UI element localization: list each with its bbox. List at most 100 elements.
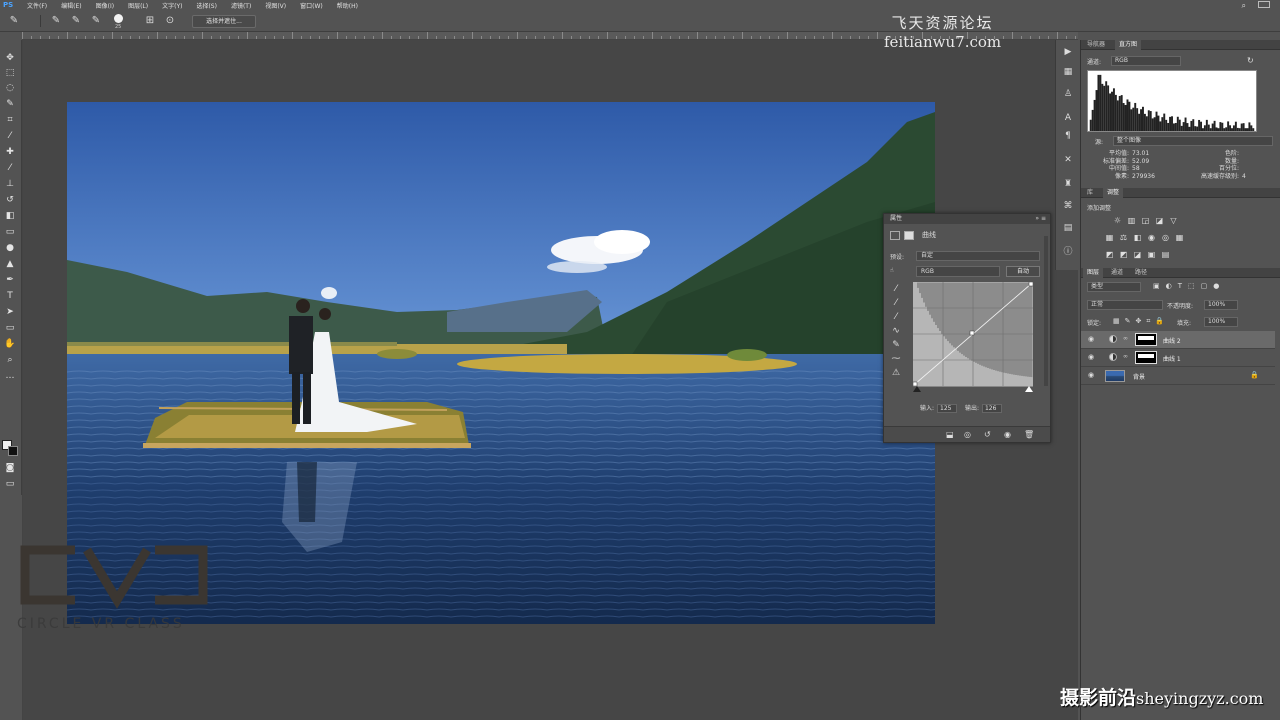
curve-graph[interactable] xyxy=(913,282,1033,392)
hand-tool-icon[interactable]: ☝ xyxy=(890,267,894,274)
opacity-field[interactable]: 100% xyxy=(1204,300,1238,310)
person-icon[interactable]: ♙ xyxy=(1062,88,1074,100)
menu-select[interactable]: 选择(S) xyxy=(189,1,224,10)
quick-select-tool-icon[interactable]: ✎ xyxy=(3,98,17,110)
brush-tip-icon[interactable] xyxy=(114,14,123,23)
path-select-tool-icon[interactable]: ➤ xyxy=(3,306,17,318)
tab-adjustments[interactable]: 调整 xyxy=(1103,188,1124,198)
menu-view[interactable]: 视图(V) xyxy=(258,1,293,10)
marquee-tool-icon[interactable]: ⬚ xyxy=(3,67,17,79)
eyedropper-tool-icon[interactable]: ⁄ xyxy=(3,130,17,142)
smooth-curve-icon[interactable]: ⁓ xyxy=(890,354,902,365)
screen-mode-icon[interactable]: ▭ xyxy=(3,478,17,490)
lock-paint-icon[interactable]: ✎ xyxy=(1125,317,1131,326)
edit-points-icon[interactable]: ∿ xyxy=(890,326,902,337)
tab-layers[interactable]: 图层 xyxy=(1083,268,1104,278)
white-point-slider[interactable] xyxy=(1025,386,1033,392)
gray-eyedropper-icon[interactable]: ⁄ xyxy=(890,298,902,309)
black-point-slider[interactable] xyxy=(913,386,921,392)
channel-dropdown[interactable]: RGB xyxy=(916,266,1000,277)
subtract-selection-icon[interactable]: ✎ xyxy=(90,15,102,27)
input-field[interactable]: 125 xyxy=(937,404,958,413)
visibility-eye-icon[interactable]: ◉ xyxy=(1088,335,1094,343)
clipping-warning-icon[interactable]: ⚠ xyxy=(890,368,902,379)
brush-settings-icon[interactable]: ⌘ xyxy=(1062,200,1074,212)
posterize-icon[interactable]: ◩ xyxy=(1119,250,1128,259)
curve-point-white[interactable] xyxy=(1028,282,1033,287)
layer-row-curves-1[interactable]: ◉ ∞ 曲线 1 xyxy=(1081,349,1275,367)
tab-navigator[interactable]: 导航器 xyxy=(1083,40,1109,50)
menu-edit[interactable]: 编辑(E) xyxy=(54,1,88,10)
draw-curve-icon[interactable]: ✎ xyxy=(890,340,902,351)
photo-filter-icon[interactable]: ◉ xyxy=(1147,233,1156,242)
color-swatches[interactable] xyxy=(2,440,20,458)
tab-paths[interactable]: 路径 xyxy=(1131,268,1151,278)
gradient-tool-icon[interactable]: ▭ xyxy=(3,226,17,238)
black-white-icon[interactable]: ◧ xyxy=(1133,233,1142,242)
add-selection-icon[interactable]: ✎ xyxy=(70,15,82,27)
filter-shape-icon[interactable]: ⬚ xyxy=(1188,282,1195,290)
brush-preset-icon[interactable]: ✎ xyxy=(8,15,20,27)
layer-name[interactable]: 曲线 1 xyxy=(1163,354,1181,363)
sample-layers-icon[interactable]: ⊞ xyxy=(144,15,156,27)
move-tool-icon[interactable]: ✥ xyxy=(3,52,17,64)
lock-pixels-icon[interactable]: ▦ xyxy=(1113,317,1120,326)
filter-pixel-icon[interactable]: ▣ xyxy=(1153,282,1160,290)
link-icon[interactable]: ∞ xyxy=(1123,353,1128,360)
menu-type[interactable]: 文字(Y) xyxy=(155,1,189,10)
color-balance-icon[interactable]: ⚖ xyxy=(1119,233,1128,242)
lasso-tool-icon[interactable]: ◌ xyxy=(3,82,17,94)
filter-type-icon[interactable]: T xyxy=(1178,282,1182,290)
filter-adjustment-icon[interactable]: ◐ xyxy=(1166,282,1172,290)
reset-icon[interactable]: ↺ xyxy=(984,430,991,439)
paragraph-icon[interactable]: ¶ xyxy=(1062,130,1074,142)
black-eyedropper-icon[interactable]: ⁄ xyxy=(890,284,902,295)
curve-point-black[interactable] xyxy=(913,381,918,387)
tab-libraries[interactable]: 库 xyxy=(1083,188,1097,198)
properties-title-bar[interactable]: 属性 » ≡ xyxy=(884,214,1050,224)
clone-source-icon[interactable]: ♜ xyxy=(1062,178,1074,190)
gradient-map-icon[interactable]: ▤ xyxy=(1161,250,1170,259)
view-previous-icon[interactable]: ◎ xyxy=(964,430,971,439)
workspace-icon[interactable] xyxy=(1258,1,1270,8)
tools-cross-icon[interactable]: ✕ xyxy=(1062,154,1074,166)
clip-to-layer-icon[interactable]: ⬓ xyxy=(946,430,954,439)
new-selection-icon[interactable]: ✎ xyxy=(50,15,62,27)
layer-row-curves-2[interactable]: ◉ ∞ 曲线 2 xyxy=(1081,331,1275,349)
layer-name[interactable]: 背景 xyxy=(1133,372,1145,381)
layer-mask-thumbnail[interactable] xyxy=(1135,351,1157,364)
channel-mixer-icon[interactable]: ◎ xyxy=(1161,233,1170,242)
layer-row-background[interactable]: ◉ 背景 🔒 xyxy=(1081,367,1275,385)
menu-filter[interactable]: 滤镜(T) xyxy=(224,1,258,10)
blend-mode-dropdown[interactable]: 正常 xyxy=(1087,300,1163,310)
play-icon[interactable]: ▶ xyxy=(1062,46,1074,58)
refresh-icon[interactable]: ↻ xyxy=(1247,56,1254,65)
dodge-tool-icon[interactable]: ▲ xyxy=(3,258,17,270)
zoom-tool-icon[interactable]: ⌕ xyxy=(3,354,17,366)
eraser-tool-icon[interactable]: ◧ xyxy=(3,210,17,222)
pen-tool-icon[interactable]: ✒ xyxy=(3,274,17,286)
layer-mask-thumbnail[interactable] xyxy=(1135,333,1157,346)
threshold-icon[interactable]: ◪ xyxy=(1133,250,1142,259)
tab-histogram[interactable]: 直方图 xyxy=(1115,40,1142,50)
delete-icon[interactable]: 🗑 xyxy=(1024,430,1034,439)
properties-icon[interactable]: ▤ xyxy=(1062,222,1074,234)
levels-icon[interactable]: ▥ xyxy=(1127,216,1136,225)
healing-tool-icon[interactable]: ✚ xyxy=(3,146,17,158)
vibrance-icon[interactable]: ▽ xyxy=(1169,216,1178,225)
curves-icon[interactable]: ◲ xyxy=(1141,216,1150,225)
more-tools-icon[interactable]: … xyxy=(3,370,17,382)
filter-toggle-icon[interactable]: ● xyxy=(1213,282,1219,290)
tab-channels[interactable]: 通道 xyxy=(1107,268,1127,278)
hand-tool-icon[interactable]: ✋ xyxy=(3,338,17,350)
invert-icon[interactable]: ◩ xyxy=(1105,250,1114,259)
menu-image[interactable]: 图像(I) xyxy=(89,1,121,10)
curves-adjustment-icon[interactable] xyxy=(890,230,900,240)
lock-artboard-icon[interactable]: ⌗ xyxy=(1146,317,1150,326)
visibility-eye-icon[interactable]: ◉ xyxy=(1088,353,1094,361)
source-dropdown[interactable]: 整个图像 xyxy=(1113,136,1273,146)
menu-help[interactable]: 帮助(H) xyxy=(330,1,365,10)
brightness-icon[interactable]: ☼ xyxy=(1113,216,1122,225)
selective-color-icon[interactable]: ▣ xyxy=(1147,250,1156,259)
filter-smart-icon[interactable]: ▢ xyxy=(1201,282,1208,290)
